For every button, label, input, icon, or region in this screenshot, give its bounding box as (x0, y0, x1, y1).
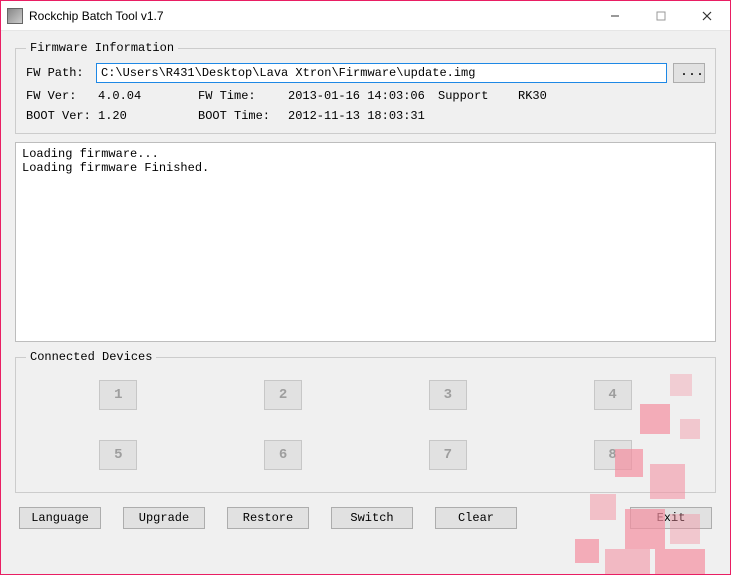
minimize-icon (610, 11, 620, 21)
app-icon (7, 8, 23, 24)
log-line: Loading firmware... (22, 147, 159, 161)
window-title: Rockchip Batch Tool v1.7 (29, 9, 592, 23)
device-slot-1[interactable]: 1 (99, 380, 137, 410)
app-window: Rockchip Batch Tool v1.7 Firmware Inform… (0, 0, 731, 575)
firmware-info-legend: Firmware Information (26, 41, 178, 55)
boot-ver-label: BOOT Ver: (26, 109, 98, 123)
fw-time-label: FW Time: (198, 89, 288, 103)
maximize-icon (656, 11, 666, 21)
log-line: Loading firmware Finished. (22, 161, 209, 175)
boot-time-value: 2012-11-13 18:03:31 (288, 109, 438, 123)
firmware-info-grid: FW Ver: 4.0.04 FW Time: 2013-01-16 14:03… (26, 89, 705, 123)
maximize-button[interactable] (638, 1, 684, 31)
device-slot-5[interactable]: 5 (99, 440, 137, 470)
devices-grid: 1 2 3 4 5 6 7 8 (26, 372, 705, 482)
spacer (539, 507, 608, 529)
close-icon (702, 11, 712, 21)
titlebar: Rockchip Batch Tool v1.7 (1, 1, 730, 31)
device-slot-6[interactable]: 6 (264, 440, 302, 470)
support-label: Support (438, 89, 518, 103)
minimize-button[interactable] (592, 1, 638, 31)
bottom-toolbar: Language Upgrade Restore Switch Clear Ex… (15, 501, 716, 535)
fw-ver-label: FW Ver: (26, 89, 98, 103)
fw-path-label: FW Path: (26, 66, 96, 80)
fw-ver-value: 4.0.04 (98, 89, 198, 103)
device-slot-3[interactable]: 3 (429, 380, 467, 410)
language-button[interactable]: Language (19, 507, 101, 529)
connected-devices-group: Connected Devices 1 2 3 4 5 6 7 8 (15, 350, 716, 493)
boot-time-label: BOOT Time: (198, 109, 288, 123)
support-value: RK30 (518, 89, 598, 103)
close-button[interactable] (684, 1, 730, 31)
connected-devices-legend: Connected Devices (26, 350, 156, 364)
device-slot-8[interactable]: 8 (594, 440, 632, 470)
exit-button[interactable]: Exit (630, 507, 712, 529)
device-slot-4[interactable]: 4 (594, 380, 632, 410)
firmware-info-group: Firmware Information FW Path: ... FW Ver… (15, 41, 716, 134)
upgrade-button[interactable]: Upgrade (123, 507, 205, 529)
fw-path-input[interactable] (96, 63, 667, 83)
device-slot-2[interactable]: 2 (264, 380, 302, 410)
log-output[interactable]: Loading firmware... Loading firmware Fin… (15, 142, 716, 342)
fw-time-value: 2013-01-16 14:03:06 (288, 89, 438, 103)
client-area: Firmware Information FW Path: ... FW Ver… (1, 31, 730, 574)
switch-button[interactable]: Switch (331, 507, 413, 529)
fw-path-row: FW Path: ... (26, 63, 705, 83)
clear-button[interactable]: Clear (435, 507, 517, 529)
device-slot-7[interactable]: 7 (429, 440, 467, 470)
boot-ver-value: 1.20 (98, 109, 198, 123)
restore-button[interactable]: Restore (227, 507, 309, 529)
browse-button[interactable]: ... (673, 63, 705, 83)
